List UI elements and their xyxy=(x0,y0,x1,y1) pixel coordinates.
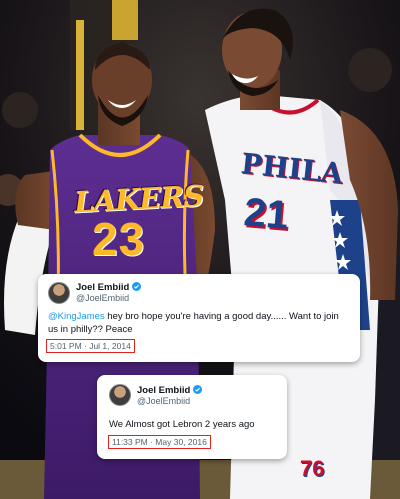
lakers-jersey-number: 23 xyxy=(92,213,146,265)
photo-stage: LAKERS 23 PHILA 21 76 Joel Embiid @JoelE… xyxy=(0,0,400,499)
tweet-card-2016: Joel Embiid @JoelEmbiid We Almost got Le… xyxy=(97,375,287,459)
avatar[interactable] xyxy=(109,384,131,406)
author-handle[interactable]: @JoelEmbiid xyxy=(76,293,129,303)
avatar[interactable] xyxy=(48,282,70,304)
tweet-card-2014: Joel Embiid @JoelEmbiid @KingJames hey b… xyxy=(38,274,360,362)
tweet-timestamp[interactable]: 5:01 PM · Jul 1, 2014 xyxy=(46,339,135,353)
verified-badge-icon xyxy=(132,282,142,291)
author-name[interactable]: Joel Embiid xyxy=(137,385,203,396)
mention-link[interactable]: @KingJames xyxy=(48,311,105,322)
tweet-body: We Almost got Lebron 2 years ago xyxy=(109,419,255,430)
tweet-timestamp[interactable]: 11:33 PM · May 30, 2016 xyxy=(108,435,211,449)
sixers-jersey-number: 21 xyxy=(242,190,291,238)
author-name[interactable]: Joel Embiid xyxy=(76,282,142,293)
verified-badge-icon xyxy=(193,385,203,394)
author-handle[interactable]: @JoelEmbiid xyxy=(137,396,190,406)
tweet-text: @KingJames hey bro hope you're having a … xyxy=(48,310,348,336)
sixers-logo: 76 xyxy=(300,456,325,481)
